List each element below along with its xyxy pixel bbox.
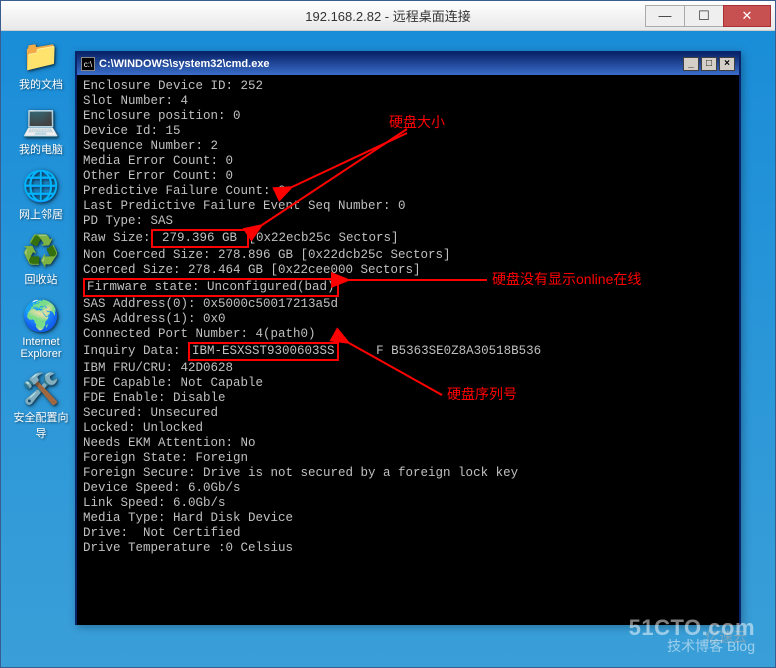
cmd-line: Media Type: Hard Disk Device — [83, 511, 293, 525]
cmd-line: Link Speed: 6.0Gb/s — [83, 496, 233, 510]
rdp-title: 192.168.2.82 - 远程桌面连接 — [305, 6, 470, 25]
cmd-line: Coerced Size: 278.464 GB [0x22cee000 Sec… — [83, 263, 421, 277]
computer-icon: 💻 — [11, 104, 71, 139]
cmd-title: C:\WINDOWS\system32\cmd.exe — [99, 58, 683, 70]
cmd-line: Connected Port Number: 4(path0) — [83, 327, 323, 341]
cmd-line: Sequence Number: 2 — [83, 139, 218, 153]
cmd-line: Media Error Count: 0 — [83, 154, 233, 168]
icon-label: 安全配置向导 — [14, 412, 69, 440]
cmd-titlebar[interactable]: c:\ C:\WINDOWS\system32\cmd.exe _ □ × — [77, 53, 739, 75]
cmd-line: Needs EKM Attention: No — [83, 436, 256, 450]
icon-network[interactable]: 🌐 网上邻居 — [11, 169, 71, 222]
cmd-line: Enclosure position: 0 — [83, 109, 241, 123]
cmd-line: Locked: Unlocked — [83, 421, 203, 435]
cmd-line: SAS Address(1): 0x0 — [83, 312, 226, 326]
cmd-line: SAS Address(0): 0x5000c50017213a5d — [83, 297, 338, 311]
cmd-line: Slot Number: 4 — [83, 94, 188, 108]
ie-icon: 🌍 — [11, 299, 71, 334]
cmd-line-rawsize-prefix: Raw Size: — [83, 231, 151, 245]
highlight-disk-size: 279.396 GB — [151, 229, 249, 248]
cmd-line: PD Type: SAS — [83, 214, 173, 228]
cmd-line-rawsize-suffix: [0x22ecb25c Sectors] — [249, 231, 399, 245]
cmd-line: FDE Capable: Not Capable — [83, 376, 263, 390]
rdp-titlebar: 192.168.2.82 - 远程桌面连接 — ☐ ✕ — [1, 1, 775, 31]
cmd-line: FDE Enable: Disable — [83, 391, 226, 405]
cmd-output: Enclosure Device ID: 252 Slot Number: 4 … — [77, 75, 739, 625]
cmd-line: Drive: Not Certified — [83, 526, 241, 540]
folder-icon: 📁 — [11, 39, 71, 74]
cmd-close-button[interactable]: × — [719, 57, 735, 71]
icon-documents[interactable]: 📁 我的文档 — [11, 39, 71, 92]
cmd-icon: c:\ — [81, 57, 95, 71]
icon-label: Internet Explorer — [21, 336, 62, 360]
icon-label: 网上邻居 — [19, 209, 63, 221]
cmd-line-inquiry-suffix: F B5363SE0Z8A30518B536 — [339, 344, 542, 358]
cmd-line: Other Error Count: 0 — [83, 169, 233, 183]
remote-desktop: 📁 我的文档 💻 我的电脑 🌐 网上邻居 ♻️ 回收站 🌍Internet Explor… — [1, 31, 775, 667]
cmd-line: Device Id: 15 — [83, 124, 181, 138]
icon-label: 回收站 — [25, 274, 58, 286]
cmd-window[interactable]: c:\ C:\WINDOWS\system32\cmd.exe _ □ × En… — [75, 51, 741, 625]
highlight-firmware-state: Firmware state: Unconfigured(bad) — [83, 278, 339, 297]
annotation-firmware-state: 硬盘没有显示online在线 — [492, 272, 641, 287]
icon-label: 我的文档 — [19, 79, 63, 91]
desktop-icons: 📁 我的文档 💻 我的电脑 🌐 网上邻居 ♻️ 回收站 🌍Internet Explor… — [11, 39, 71, 453]
icon-ie[interactable]: 🌍Internet Explorer — [11, 299, 71, 360]
cmd-line-inquiry-prefix: Inquiry Data: — [83, 344, 188, 358]
icon-computer[interactable]: 💻 我的电脑 — [11, 104, 71, 157]
cmd-line: IBM FRU/CRU: 42D0628 — [83, 361, 233, 375]
cmd-line: Enclosure Device ID: 252 — [83, 79, 263, 93]
cmd-minimize-button[interactable]: _ — [683, 57, 699, 71]
icon-recycle[interactable]: ♻️ 回收站 — [11, 234, 71, 287]
security-icon: 🛠️ — [11, 372, 71, 407]
annotation-serial: 硬盘序列号 — [447, 387, 517, 402]
cmd-line: Foreign Secure: Drive is not secured by … — [83, 466, 518, 480]
watermark-line1: 51CTO.com — [629, 619, 755, 637]
annotation-disk-size: 硬盘大小 — [389, 115, 445, 130]
icon-label: 我的电脑 — [19, 144, 63, 156]
highlight-serial: IBM-ESXSST9300603SS — [188, 342, 339, 361]
cmd-line: Non Coerced Size: 278.896 GB [0x22dcb25c… — [83, 248, 451, 262]
cmd-line: Device Speed: 6.0Gb/s — [83, 481, 248, 495]
recycle-icon: ♻️ — [11, 234, 71, 269]
close-button[interactable]: ✕ — [723, 5, 771, 27]
watermark-51cto: 51CTO.com 技术博客 Blog — [629, 619, 755, 655]
maximize-button[interactable]: ☐ — [684, 5, 724, 27]
cmd-line: Foreign State: Foreign — [83, 451, 256, 465]
cmd-line: Last Predictive Failure Event Seq Number… — [83, 199, 406, 213]
cmd-maximize-button[interactable]: □ — [701, 57, 717, 71]
window-controls: — ☐ ✕ — [646, 5, 771, 27]
cmd-line: Predictive Failure Count: 0 — [83, 184, 286, 198]
minimize-button[interactable]: — — [645, 5, 685, 27]
cmd-line: Secured: Unsecured — [83, 406, 218, 420]
network-icon: 🌐 — [11, 169, 71, 204]
cmd-line: Drive Temperature :0 Celsius — [83, 541, 293, 555]
icon-security[interactable]: 🛠️ 安全配置向导 — [11, 372, 71, 441]
